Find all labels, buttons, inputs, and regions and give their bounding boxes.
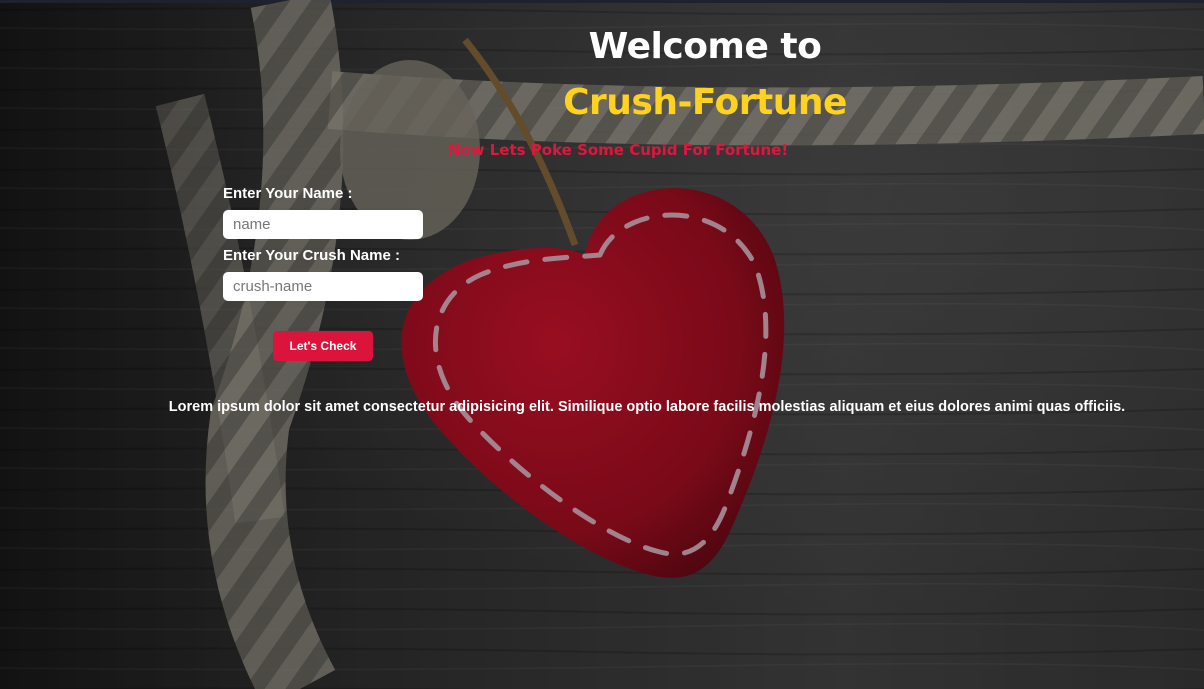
lets-check-button[interactable]: Let's Check <box>273 331 373 361</box>
crush-name-input[interactable] <box>223 272 423 301</box>
tagline: Now Lets Poke Some Cupid For Fortune! <box>447 141 789 159</box>
crush-name-label: Enter Your Crush Name : <box>223 247 400 264</box>
page: Welcome to Crush-Fortune Now Lets Poke S… <box>0 0 1204 689</box>
crush-form: Enter Your Name : Enter Your Crush Name … <box>223 184 443 308</box>
description-text: Lorem ipsum dolor sit amet consectetur a… <box>168 399 1126 415</box>
name-input[interactable] <box>223 210 423 239</box>
name-label: Enter Your Name : <box>223 185 353 202</box>
welcome-heading: Welcome to <box>588 26 822 67</box>
brand-title: Crush-Fortune <box>563 82 847 123</box>
